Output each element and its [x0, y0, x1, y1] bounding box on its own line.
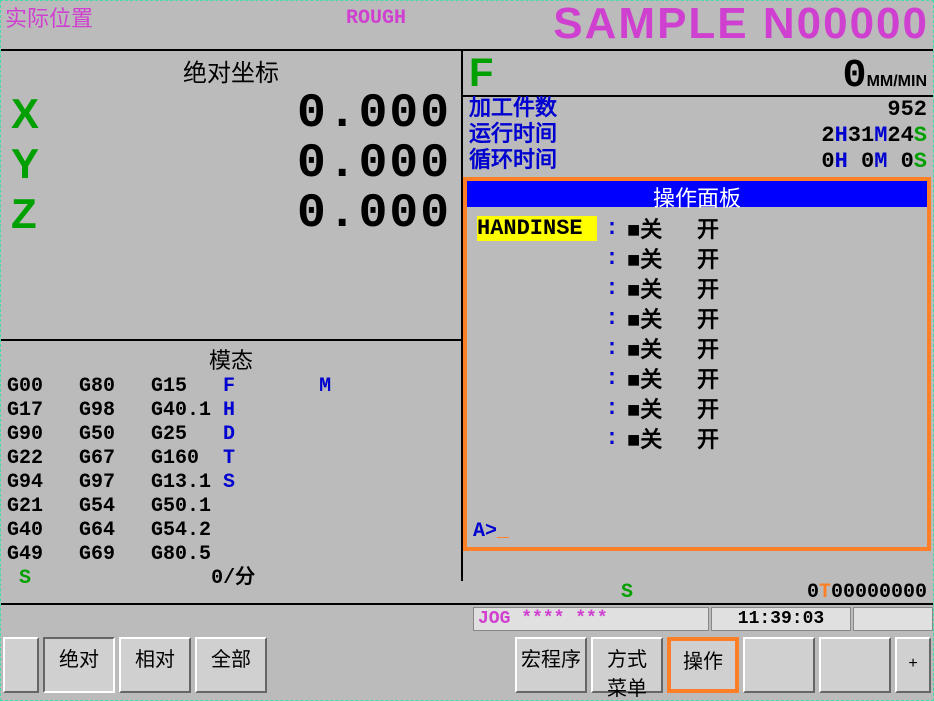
op-panel-row[interactable]: :■关开	[477, 333, 917, 363]
op-row-off[interactable]: ■关	[627, 242, 697, 274]
op-row-name: HANDINSE	[477, 216, 597, 241]
jog-mode-label: JOG	[478, 609, 510, 629]
modal-gcode-grid: G00 G80 G15 F M G17 G98 G40.1 H G90 G50 …	[7, 375, 455, 567]
op-row-off[interactable]: ■关	[627, 422, 697, 454]
prompt-cursor-icon: _	[497, 520, 509, 543]
op-row-off[interactable]: ■关	[627, 362, 697, 394]
prompt-a: A	[473, 520, 485, 543]
run-time-label: 运行时间	[469, 123, 557, 149]
op-row-on[interactable]: 开	[697, 422, 767, 454]
parts-count-row: 加工件数 952	[469, 97, 927, 123]
status-spacer	[853, 607, 933, 631]
softkey-macro[interactable]: 宏程序	[515, 637, 587, 693]
status-s-label: S	[621, 581, 633, 604]
op-row-on[interactable]: 开	[697, 212, 767, 244]
jog-stars: **** ***	[521, 609, 607, 629]
softkey-bar: 绝对 相对 全部 宏程序 方式菜单 操作 +	[1, 635, 933, 697]
op-panel-row[interactable]: :■关开	[477, 363, 917, 393]
parts-count-label: 加工件数	[469, 97, 557, 123]
op-panel-row[interactable]: :■关开	[477, 303, 917, 333]
op-row-off[interactable]: ■关	[627, 272, 697, 304]
softkey-blank-1[interactable]	[743, 637, 815, 693]
op-panel-row[interactable]: :■关开	[477, 423, 917, 453]
absolute-coords-panel: 绝对坐标 X 0.000 Y 0.000 Z 0.000	[1, 51, 461, 341]
status-t-value: 0T00000000	[727, 581, 927, 603]
op-row-off[interactable]: ■关	[627, 332, 697, 364]
cycle-time-row: 循环时间 0H 0M 0S	[469, 149, 927, 175]
program-name-label: SAMPLE N00000	[553, 0, 929, 49]
cycle-time-value: 0H 0M 0S	[821, 149, 927, 175]
op-row-on[interactable]: 开	[697, 272, 767, 304]
page-title: 实际位置	[1, 1, 97, 33]
op-row-colon: :	[597, 246, 627, 271]
feed-value: 0	[493, 54, 866, 99]
feed-f-label: F	[469, 51, 493, 96]
softkey-relative[interactable]: 相对	[119, 637, 191, 693]
mdi-prompt[interactable]: A>_	[473, 520, 509, 543]
axis-y-label: Y	[11, 140, 71, 188]
feed-unit: MM/MIN	[867, 73, 927, 91]
axis-x-label: X	[11, 90, 71, 138]
coord-row-z: Z 0.000	[1, 189, 461, 239]
op-row-off[interactable]: ■关	[627, 212, 697, 244]
run-time-row: 运行时间 2H31M24S	[469, 123, 927, 149]
op-row-colon: :	[597, 366, 627, 391]
softkey-prev[interactable]	[3, 637, 39, 693]
status-bar: S 0T00000000	[1, 581, 933, 605]
op-row-on[interactable]: 开	[697, 332, 767, 364]
mode-rough-label: ROUGH	[346, 7, 406, 30]
op-row-off[interactable]: ■关	[627, 302, 697, 334]
coord-row-x: X 0.000	[1, 89, 461, 139]
run-time-value: 2H31M24S	[821, 123, 927, 149]
modal-panel: 模态 G00 G80 G15 F M G17 G98 G40.1 H G90 G…	[1, 341, 461, 593]
softkey-all[interactable]: 全部	[195, 637, 267, 693]
op-panel-row[interactable]: :■关开	[477, 273, 917, 303]
jog-mode-box: JOG **** ***	[473, 607, 709, 631]
op-panel-row[interactable]: :■关开	[477, 393, 917, 423]
softkey-blank-2[interactable]	[819, 637, 891, 693]
op-row-colon: :	[597, 276, 627, 301]
op-row-on[interactable]: 开	[697, 242, 767, 274]
op-row-off[interactable]: ■关	[627, 392, 697, 424]
op-row-colon: :	[597, 216, 627, 241]
op-row-colon: :	[597, 306, 627, 331]
axis-z-label: Z	[11, 190, 71, 238]
op-row-colon: :	[597, 396, 627, 421]
axis-z-value: 0.000	[71, 187, 461, 241]
op-row-on[interactable]: 开	[697, 362, 767, 394]
cycle-time-label: 循环时间	[469, 149, 557, 175]
coord-row-y: Y 0.000	[1, 139, 461, 189]
softkey-next[interactable]: +	[895, 637, 931, 693]
abs-coords-title: 绝对坐标	[1, 51, 461, 89]
parts-count-value: 952	[887, 97, 927, 123]
op-row-colon: :	[597, 336, 627, 361]
axis-y-value: 0.000	[71, 137, 461, 191]
op-row-on[interactable]: 开	[697, 392, 767, 424]
axis-x-value: 0.000	[71, 87, 461, 141]
op-row-on[interactable]: 开	[697, 302, 767, 334]
operator-panel-title: 操作面板	[467, 181, 927, 207]
softkey-mode-menu[interactable]: 方式菜单	[591, 637, 663, 693]
feed-rate-row: F 0 MM/MIN	[463, 51, 933, 97]
operator-panel: 操作面板 HANDINSE:■关开:■关开:■关开:■关开:■关开:■关开:■关…	[463, 177, 931, 551]
op-row-colon: :	[597, 426, 627, 451]
clock-box: 11:39:03	[711, 607, 851, 631]
op-panel-row[interactable]: HANDINSE:■关开	[477, 213, 917, 243]
op-panel-row[interactable]: :■关开	[477, 243, 917, 273]
modal-title: 模态	[7, 343, 455, 375]
softkey-absolute[interactable]: 绝对	[43, 637, 115, 693]
softkey-operate[interactable]: 操作	[667, 637, 739, 693]
